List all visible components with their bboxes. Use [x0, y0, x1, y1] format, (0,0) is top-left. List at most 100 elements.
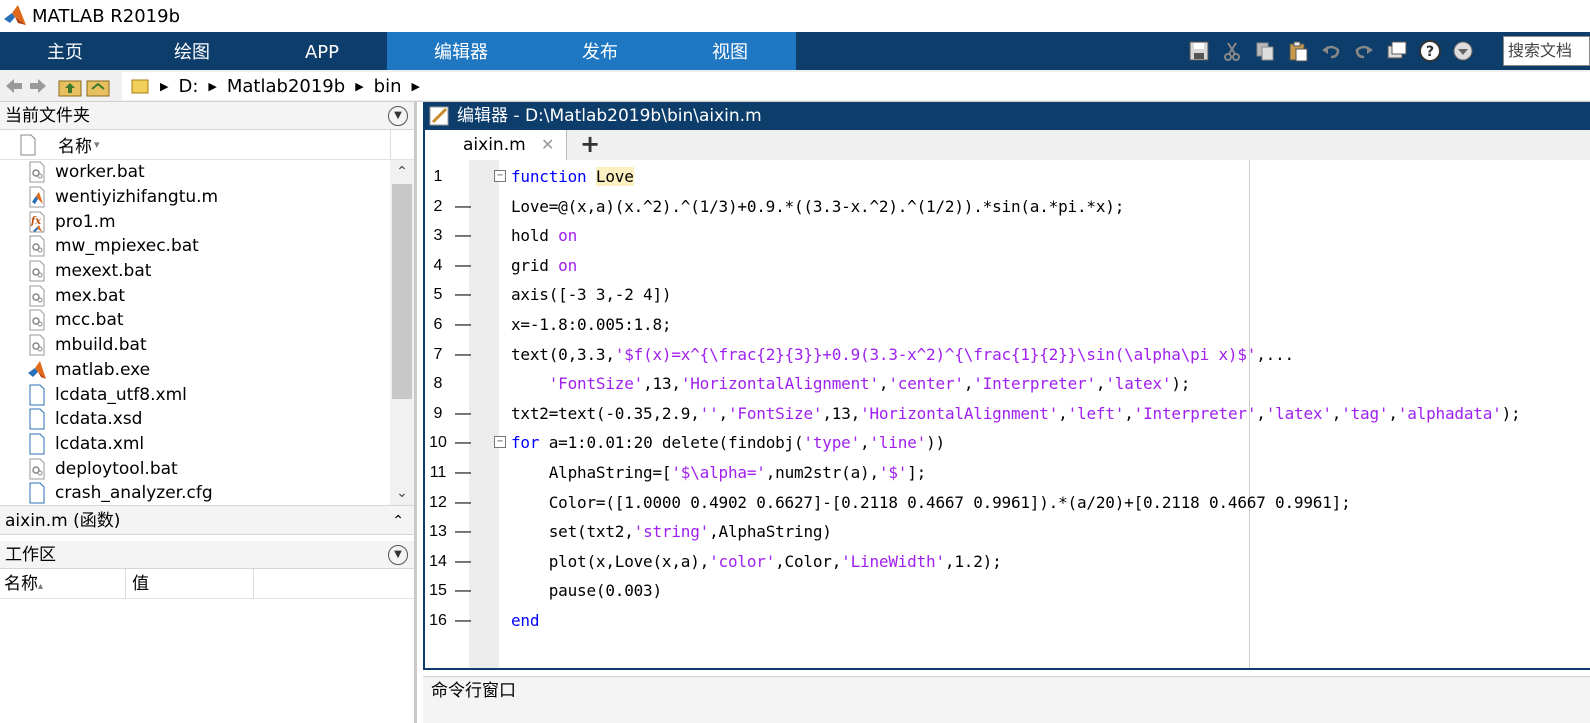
editor-window: 编辑器 - D:\Matlab2019b\bin\aixin.m aixin.m… [423, 102, 1590, 670]
list-item[interactable]: lcdata_utf8.xml [0, 382, 414, 407]
code-line[interactable]: 8 'FontSize',13,'HorizontalAlignment','c… [425, 369, 1590, 399]
tab-plots[interactable]: 绘图 [127, 32, 257, 70]
workspace-name-column[interactable]: 名称▴ [0, 568, 126, 599]
code-line[interactable]: 4 — grid on [425, 251, 1590, 281]
list-item[interactable]: worker.bat [0, 160, 414, 185]
list-item[interactable]: matlab.exe [0, 358, 414, 383]
close-tab-icon[interactable]: ✕ [541, 130, 554, 160]
up-folder-icon[interactable] [58, 74, 82, 98]
code-line[interactable]: 16 — end [425, 606, 1590, 636]
tab-publish[interactable]: 发布 [535, 32, 665, 70]
list-item[interactable]: wentiyizhifangtu.m [0, 185, 414, 210]
list-item[interactable]: mex.bat [0, 283, 414, 308]
forward-arrow-icon[interactable] [26, 74, 50, 98]
file-details-bar[interactable]: aixin.m (函数) ⌃ [0, 505, 414, 535]
file-type-column-icon[interactable] [18, 134, 38, 156]
breakpoint-marker[interactable]: — [455, 458, 471, 488]
code-line[interactable]: 12 — Color=([1.0000 0.4902 0.6627]-[0.211… [425, 488, 1590, 518]
name-column-header[interactable]: 名称 [58, 132, 92, 157]
code-line[interactable]: 13 — set(txt2,'string',AlphaString) [425, 517, 1590, 547]
breakpoint-marker[interactable]: — [455, 547, 471, 577]
file-name: pro1.m [55, 211, 116, 232]
code-line[interactable]: 11 — AlphaString=['$\alpha=',num2str(a),'… [425, 458, 1590, 488]
code-line[interactable]: 6 — x=-1.8:0.005:1.8; [425, 310, 1590, 340]
help-icon[interactable]: ? [1416, 37, 1444, 65]
path-breadcrumb[interactable]: ▶ D: ▶ Matlab2019b ▶ bin ▶ [122, 72, 1590, 100]
tab-aixin[interactable]: aixin.m ✕ [425, 130, 567, 160]
breadcrumb-folder-matlab[interactable]: Matlab2019b [227, 76, 345, 97]
breakpoint-marker[interactable]: — [455, 310, 471, 340]
undo-icon[interactable] [1317, 37, 1345, 65]
list-item[interactable]: mw_mpiexec.bat [0, 234, 414, 259]
browse-folder-icon[interactable] [86, 74, 110, 98]
code-line[interactable]: 1 − function Love [425, 162, 1590, 192]
command-window[interactable]: 命令行窗口 [423, 676, 1590, 723]
code-line[interactable]: 2 — Love=@(x,a)(x.^2).^(1/3)+0.9.*((3.3-x.… [425, 192, 1590, 222]
code-line[interactable]: 7 — text(0,3.3,'$f(x)=x^{\frac{2}{3}}+0.9(… [425, 340, 1590, 370]
breakpoint-marker[interactable]: — [455, 340, 471, 370]
breadcrumb-folder-bin[interactable]: bin [374, 76, 402, 97]
code-line[interactable]: 3 — hold on [425, 221, 1590, 251]
tab-view[interactable]: 视图 [665, 32, 795, 70]
scroll-down-icon[interactable]: ⌄ [390, 481, 414, 505]
back-arrow-icon[interactable] [2, 74, 26, 98]
scrollbar-thumb[interactable] [392, 184, 412, 399]
breakpoint-marker[interactable]: — [455, 192, 471, 222]
list-item[interactable]: mexext.bat [0, 259, 414, 284]
breadcrumb-drive[interactable]: D: [178, 76, 198, 97]
code-token: AlphaString=[ [511, 463, 672, 482]
code-text: for a=1:0.01:20 delete(findobj('type','l… [511, 428, 945, 458]
code-line[interactable]: 10 — − for a=1:0.01:20 delete(findobj('type… [425, 428, 1590, 458]
cut-icon[interactable] [1218, 37, 1246, 65]
breakpoint-marker[interactable]: — [455, 517, 471, 547]
expand-details-icon[interactable]: ⌃ [392, 506, 404, 536]
file-list-scrollbar[interactable]: ⌃ ⌄ [390, 160, 414, 505]
scroll-up-icon[interactable]: ⌃ [390, 160, 414, 184]
breakpoint-marker[interactable]: — [455, 606, 471, 636]
save-icon[interactable] [1185, 37, 1213, 65]
title-bar: MATLAB R2019b [0, 0, 1590, 32]
breakpoint-marker[interactable]: — [455, 488, 471, 518]
breakpoint-marker[interactable]: — [455, 280, 471, 310]
code-token: ); [1501, 403, 1521, 423]
code-line[interactable]: 5 — axis([-3 3,-2 4]) [425, 280, 1590, 310]
paste-icon[interactable] [1284, 37, 1312, 65]
tab-editor[interactable]: 编辑器 [396, 32, 526, 70]
dropdown-icon[interactable] [1449, 37, 1477, 65]
list-item[interactable]: mcc.bat [0, 308, 414, 333]
redo-icon[interactable] [1350, 37, 1378, 65]
string-token: 'HorizontalAlignment' [860, 403, 1059, 423]
code-editor[interactable]: 1− function Love 2— Love=@(x,a)(x.^2).^(1/3… [425, 160, 1590, 668]
breadcrumb-separator: ▶ [208, 79, 217, 93]
code-token: , [1256, 403, 1266, 423]
code-token: , [1388, 403, 1398, 423]
breakpoint-marker[interactable]: — [455, 576, 471, 606]
list-item[interactable]: fx pro1.m [0, 209, 414, 234]
code-line[interactable]: 15 — pause(0.003) [425, 576, 1590, 606]
copy-icon[interactable] [1251, 37, 1279, 65]
code-line[interactable]: 14 — plot(x,Love(x,a),'color',Color,'Line… [425, 547, 1590, 577]
file-name: mex.bat [55, 285, 126, 306]
list-item[interactable]: deploytool.bat [0, 456, 414, 481]
fold-toggle-icon[interactable]: − [494, 170, 506, 182]
code-line[interactable]: 9— txt2=text(-0.35,2.9,'','FontSize',13,'… [425, 399, 1590, 429]
panel-menu-icon[interactable]: ▼ [388, 545, 408, 565]
search-documentation-input[interactable]: 搜索文档 [1503, 36, 1590, 66]
breakpoint-marker[interactable]: — [455, 221, 471, 251]
switch-windows-icon[interactable] [1383, 37, 1411, 65]
list-item[interactable]: lcdata.xsd [0, 407, 414, 432]
panel-menu-icon[interactable]: ▼ [388, 106, 408, 126]
list-item[interactable]: mbuild.bat [0, 333, 414, 358]
list-item[interactable]: crash_analyzer.cfg [0, 481, 414, 505]
workspace-value-column[interactable]: 值 [126, 568, 254, 599]
list-item[interactable]: lcdata.xml [0, 432, 414, 457]
breakpoint-marker[interactable]: — [455, 251, 471, 281]
file-list[interactable]: worker.bat wentiyizhifangtu.m fx pro1.m mw_m… [0, 160, 414, 505]
breakpoint-marker[interactable]: — [455, 428, 471, 458]
tab-apps[interactable]: APP [257, 32, 387, 70]
add-tab-button[interactable]: + [570, 132, 610, 158]
tab-home[interactable]: 主页 [0, 32, 130, 70]
fold-toggle-icon[interactable]: − [494, 436, 506, 449]
string-token: 'latex' [1265, 403, 1332, 423]
breakpoint-marker[interactable]: — [455, 399, 471, 429]
